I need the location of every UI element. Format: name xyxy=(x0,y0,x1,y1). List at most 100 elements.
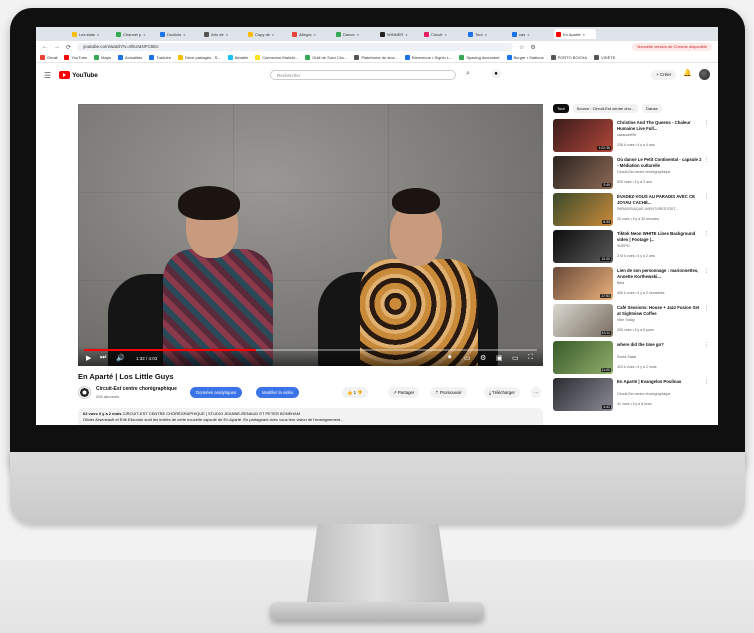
bookmark-item[interactable]: Spacing document xyxy=(459,55,500,60)
recommended-video[interactable]: 6:33 ÉVADEZ-VOUS AU PARADIS AVEC CE JOYAU… xyxy=(553,193,713,230)
recommended-title[interactable]: Café Sessions: House + Jazz Fusion Set a… xyxy=(617,305,703,316)
like-button[interactable]: 👍 1 👎 xyxy=(342,387,368,398)
video-thumbnail[interactable]: 11:00 xyxy=(553,341,613,374)
tab-close-icon[interactable]: × xyxy=(357,32,359,37)
filter-chip[interactable]: Danse xyxy=(642,104,662,113)
progress-bar[interactable] xyxy=(84,349,537,351)
volume-icon[interactable]: 🔊 xyxy=(116,354,125,362)
reload-icon[interactable]: ⟳ xyxy=(66,44,71,51)
tab-close-icon[interactable]: × xyxy=(143,32,145,37)
browser-tab[interactable]: Duolicts × xyxy=(158,29,200,39)
recommended-video[interactable]: 10:00 Tiktok Neon WHITE Lines Background … xyxy=(553,230,713,267)
search-icon[interactable]: ⌕ xyxy=(466,70,470,78)
bookmark-item[interactable]: VIDÉTE xyxy=(594,55,615,60)
menu-icon[interactable]: ☰ xyxy=(44,71,51,80)
tab-close-icon[interactable]: × xyxy=(97,32,99,37)
tab-close-icon[interactable]: × xyxy=(183,32,185,37)
channel-name[interactable]: Circuit-Est centre chorégraphique xyxy=(96,386,177,392)
tab-close-icon[interactable]: × xyxy=(583,32,585,37)
bookmark-item[interactable]: YouTube xyxy=(64,55,87,60)
video-thumbnail[interactable]: 3:49 xyxy=(553,156,613,189)
url-field[interactable]: youtube.com/watch?v=9hUraNFC6Es xyxy=(77,43,514,51)
chrome-update-button[interactable]: Nouvelle version de Chrome disponible xyxy=(632,43,712,51)
video-thumbnail[interactable]: 43:11 xyxy=(553,304,613,337)
settings-gear-icon[interactable]: ⚙ xyxy=(480,354,486,362)
bookmark-item[interactable]: Bienvenue • Signin L... xyxy=(405,55,452,60)
recommended-video[interactable]: 1:02:36 Christine And The Queens - Chaleu… xyxy=(553,119,713,156)
browser-tab[interactable]: Dance × xyxy=(334,29,376,39)
bookmark-item[interactable]: Actualités xyxy=(117,55,142,60)
tab-close-icon[interactable]: × xyxy=(226,32,228,37)
bookmark-item[interactable]: Drive partagés - S... xyxy=(178,55,221,60)
recommended-video[interactable]: 17:51 Lien de son personnage : marionnett… xyxy=(553,267,713,304)
play-icon[interactable]: ▶ xyxy=(86,354,91,362)
video-thumbnail[interactable]: 10:00 xyxy=(553,230,613,263)
youtube-logo[interactable]: YouTube xyxy=(59,71,98,79)
recommended-video[interactable]: 4:41 En Aparté | Evangelos Poulinas Circui… xyxy=(553,378,713,415)
extensions-icon[interactable]: ⚙ xyxy=(530,44,535,51)
recommended-title[interactable]: where did the time go? xyxy=(617,342,703,348)
recommended-video[interactable]: 11:00 where did the time go? Sonia Sakai 42… xyxy=(553,341,713,378)
recommended-video[interactable]: 43:11 Café Sessions: House + Jazz Fusion … xyxy=(553,304,713,341)
tab-close-icon[interactable]: × xyxy=(405,32,407,37)
bookmark-item[interactable]: Gmail xyxy=(40,55,57,60)
video-thumbnail[interactable]: 4:41 xyxy=(553,378,613,411)
fullscreen-icon[interactable]: ⛶ xyxy=(528,354,533,362)
promote-button[interactable]: ⇡ Promouvoir xyxy=(430,387,467,398)
back-icon[interactable]: ← xyxy=(42,44,48,50)
analytics-button[interactable]: Données analytiques xyxy=(190,387,243,398)
more-options-icon[interactable]: ⋮ xyxy=(704,342,709,348)
more-options-icon[interactable]: ⋮ xyxy=(704,120,709,126)
browser-tab[interactable]: Les stats × xyxy=(70,29,112,39)
next-icon[interactable]: ⏭ xyxy=(100,354,106,362)
video-thumbnail[interactable]: 17:51 xyxy=(553,267,613,300)
search-input[interactable]: Rechercher xyxy=(270,70,456,80)
channel-avatar[interactable] xyxy=(78,386,91,399)
browser-tab[interactable]: Circuit × xyxy=(422,29,464,39)
recommended-title[interactable]: Lien de son personnage : marionnettes, A… xyxy=(617,268,703,279)
thumbs-down-icon[interactable]: 👎 xyxy=(357,390,362,395)
bookmark-item[interactable]: Traduire xyxy=(149,55,171,60)
share-button[interactable]: ↗ Partager xyxy=(388,387,420,398)
recommended-title[interactable]: En Aparté | Evangelos Poulinas xyxy=(617,379,703,385)
video-thumbnail[interactable]: 6:33 xyxy=(553,193,613,226)
recommended-title[interactable]: Où danse Le Petit Continental - capsule … xyxy=(617,157,703,168)
more-options-icon[interactable]: ⋮ xyxy=(704,231,709,237)
browser-tab[interactable]: Allegra × xyxy=(290,29,332,39)
account-avatar[interactable] xyxy=(699,69,710,80)
edit-video-button[interactable]: Modifier la vidéo xyxy=(256,387,300,398)
filter-chip[interactable]: Source : Circuit-Est centre cho... xyxy=(572,104,639,113)
create-button[interactable]: + Créer xyxy=(651,70,677,80)
theater-mode-icon[interactable]: ▭ xyxy=(512,354,519,362)
forward-icon[interactable]: → xyxy=(54,44,60,50)
autoplay-toggle-icon[interactable]: ⏺ xyxy=(448,354,452,362)
filter-chip[interactable]: Tout xyxy=(553,104,569,113)
more-actions-button[interactable]: ⋯ xyxy=(531,387,542,398)
recommended-video[interactable]: 3:49 Où danse Le Petit Continental - caps… xyxy=(553,156,713,193)
bookmark-item[interactable]: Airtable xyxy=(227,55,248,60)
notifications-bell-icon[interactable]: 🔔 xyxy=(683,69,692,77)
tab-close-icon[interactable]: × xyxy=(527,32,529,37)
browser-tab[interactable]: WINNER × xyxy=(378,29,420,39)
microphone-icon[interactable]: ● xyxy=(491,69,501,79)
bookmark-item[interactable]: PORTO BOCHA xyxy=(550,55,587,60)
browser-tab[interactable]: Tout × xyxy=(466,29,508,39)
bookmark-item[interactable]: Outil de Suivi Circ... xyxy=(305,55,347,60)
more-options-icon[interactable]: ⋮ xyxy=(704,305,709,311)
recommended-title[interactable]: Tiktok Neon WHITE Lines Background video… xyxy=(617,231,703,242)
tab-close-icon[interactable]: × xyxy=(485,32,487,37)
browser-tab[interactable]: cas × xyxy=(510,29,552,39)
tab-close-icon[interactable]: × xyxy=(272,32,274,37)
recommended-title[interactable]: ÉVADEZ-VOUS AU PARADIS AVEC CE JOYAU CAC… xyxy=(617,194,703,205)
more-options-icon[interactable]: ⋮ xyxy=(704,157,709,163)
video-player[interactable]: ▶ ⏭ 🔊 1:32 / 4:03 ⏺ ▭ ⚙ ▣ ▭ ⛶ xyxy=(78,104,543,366)
browser-tab[interactable]: Channel p × xyxy=(114,29,156,39)
bookmark-item[interactable]: Maps xyxy=(94,55,111,60)
browser-tab[interactable]: En Aparté × xyxy=(554,29,596,39)
more-options-icon[interactable]: ⋮ xyxy=(704,194,709,200)
bookmark-item[interactable]: Connexion Mailchi... xyxy=(255,55,298,60)
browser-tab[interactable]: Arts de × xyxy=(202,29,244,39)
recommended-title[interactable]: Christine And The Queens - Chaleur Humai… xyxy=(617,120,703,131)
miniplayer-icon[interactable]: ▣ xyxy=(496,354,503,362)
subtitles-icon[interactable]: ▭ xyxy=(464,354,471,362)
